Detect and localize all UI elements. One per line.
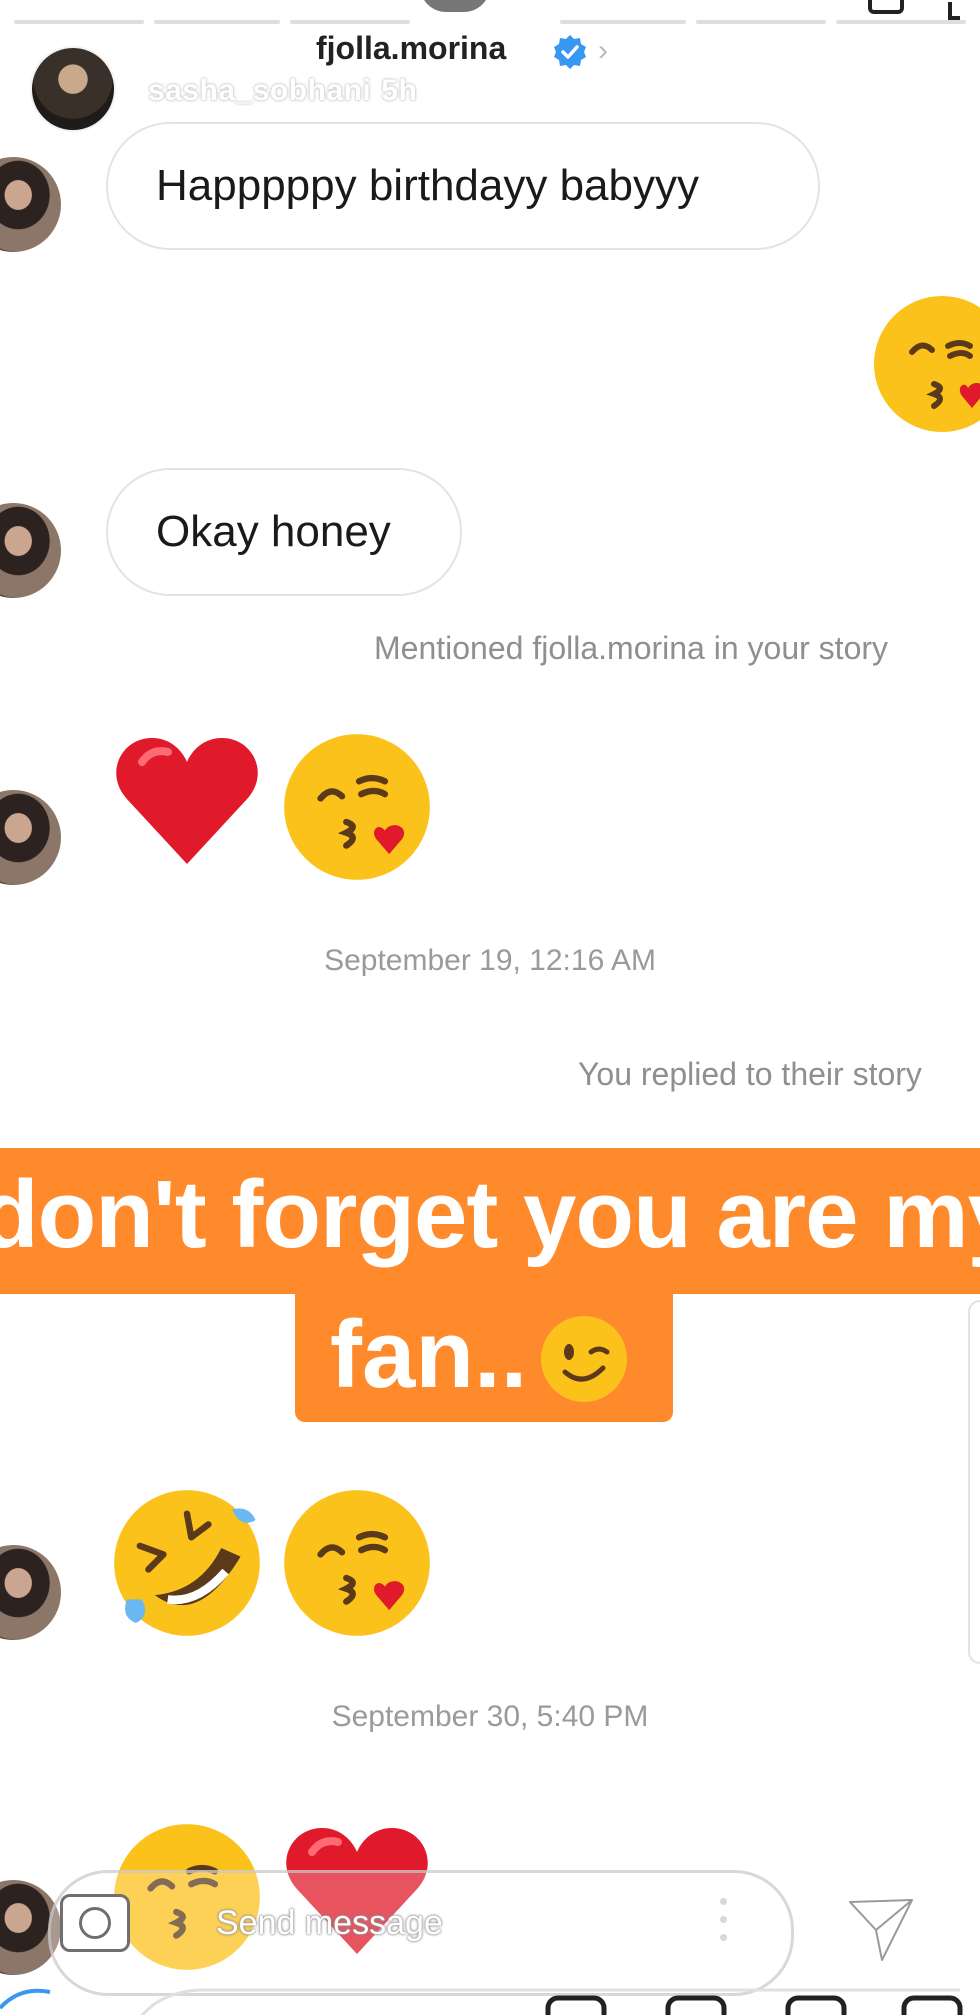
top-avatar-edge <box>420 0 490 12</box>
story-author-username[interactable]: sasha_sobhani <box>148 74 371 107</box>
message-text: Okay honey <box>156 507 391 556</box>
rolling-laughing-emoji[interactable] <box>112 1488 262 1638</box>
share-icon[interactable] <box>948 2 960 20</box>
timestamp: September 30, 5:40 PM <box>331 1700 649 1733</box>
message-bubble[interactable]: Happpppy birthdayy babyyy <box>106 122 820 250</box>
more-dots-icon[interactable] <box>720 1898 728 1958</box>
bottom-toolbar-edge <box>0 1988 963 2015</box>
sender-avatar[interactable] <box>0 790 61 885</box>
story-time: 5h <box>381 74 418 107</box>
story-text-line-2: fan.. <box>295 1294 673 1422</box>
kissing-heart-emoji[interactable] <box>872 294 980 434</box>
send-icon[interactable] <box>844 1892 918 1966</box>
winking-emoji <box>541 1316 627 1402</box>
verified-badge-icon <box>554 35 586 69</box>
message-text: Happpppy birthdayy babyyy <box>156 161 699 210</box>
sender-avatar[interactable] <box>0 157 61 252</box>
viewer-avatar[interactable] <box>32 48 114 130</box>
camera-icon[interactable] <box>60 1894 130 1952</box>
timestamp: September 19, 12:16 AM <box>324 944 656 977</box>
message-input[interactable]: Send message <box>216 1904 443 1943</box>
story-author-line: sasha_sobhani 5h <box>148 74 417 108</box>
message-bubble[interactable]: Okay honey <box>106 468 462 596</box>
chevron-right-icon[interactable]: › <box>598 34 608 68</box>
story-progress-bar <box>0 20 980 24</box>
story-header: fjolla.morina › sasha_sobhani 5h <box>0 28 980 130</box>
story-reply-card[interactable]: don't forget you are my fan.. <box>0 1148 980 1428</box>
story-text-line-1: don't forget you are my <box>0 1148 980 1294</box>
mention-notice: Mentioned fjolla.morina in your story <box>374 630 889 666</box>
header-username[interactable]: fjolla.morina <box>316 30 506 67</box>
story-reply-notice: You replied to their story <box>578 1056 922 1092</box>
kissing-heart-emoji[interactable] <box>282 1488 432 1638</box>
kissing-heart-emoji[interactable] <box>282 732 432 882</box>
card-edge <box>968 1300 980 1664</box>
sender-avatar[interactable] <box>0 503 61 598</box>
red-heart-emoji[interactable] <box>112 732 262 872</box>
story-dm-screen: fjolla.morina › sasha_sobhani 5h Happpppy… <box>0 0 980 2015</box>
sender-avatar[interactable] <box>0 1545 61 1640</box>
dm-icon[interactable] <box>868 0 904 14</box>
